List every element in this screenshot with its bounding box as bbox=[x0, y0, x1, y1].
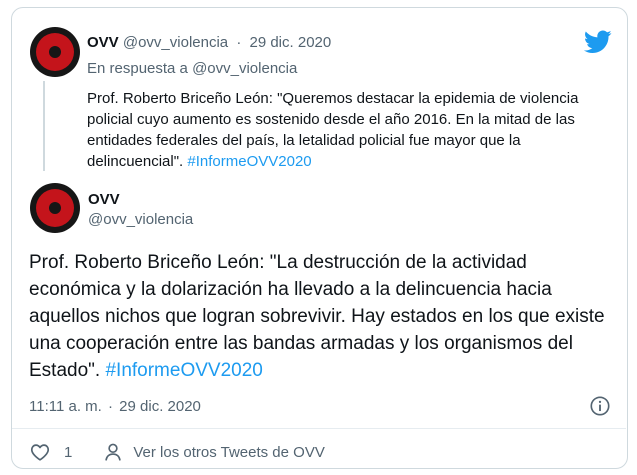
quoted-text-body: Prof. Roberto Briceño León: "Queremos de… bbox=[87, 90, 579, 170]
like-count: 1 bbox=[64, 443, 73, 461]
more-tweets-link[interactable]: Ver los otros Tweets de OVV bbox=[133, 444, 324, 461]
quoted-date[interactable]: 29 dic. 2020 bbox=[249, 34, 331, 51]
info-icon[interactable] bbox=[589, 395, 611, 417]
main-display-name[interactable]: OVV bbox=[88, 191, 120, 208]
quoted-header: OVV @ovv_violencia · 29 dic. 2020 bbox=[87, 34, 331, 51]
avatar-core bbox=[49, 202, 61, 214]
main-handle[interactable]: @ovv_violencia bbox=[88, 211, 193, 228]
meta-separator: · bbox=[108, 398, 113, 415]
actions-divider bbox=[12, 428, 626, 429]
heart-icon[interactable] bbox=[29, 441, 51, 463]
reply-to-label[interactable]: En respuesta a @ovv_violencia bbox=[87, 60, 297, 77]
quoted-tweet-text: Prof. Roberto Briceño León: "Queremos de… bbox=[87, 88, 612, 172]
tweet-timestamp[interactable]: 11:11 a. m. · 29 dic. 2020 bbox=[29, 398, 201, 415]
main-tweet-text: Prof. Roberto Briceño León: "La destrucc… bbox=[29, 249, 619, 384]
twitter-bird-icon[interactable] bbox=[584, 30, 612, 54]
avatar-core bbox=[49, 46, 61, 58]
main-avatar[interactable] bbox=[30, 183, 80, 233]
tweet-date[interactable]: 29 dic. 2020 bbox=[119, 398, 201, 415]
tweet-actions: 1 Ver los otros Tweets de OVV bbox=[29, 440, 325, 464]
quoted-avatar[interactable] bbox=[30, 27, 80, 77]
main-hashtag-link[interactable]: #InformeOVV2020 bbox=[105, 360, 262, 381]
quoted-separator: · bbox=[236, 34, 242, 51]
person-icon[interactable] bbox=[102, 441, 124, 463]
quoted-hashtag-link[interactable]: #InformeOVV2020 bbox=[187, 153, 311, 170]
quoted-display-name[interactable]: OVV bbox=[87, 34, 119, 51]
quoted-handle[interactable]: @ovv_violencia bbox=[123, 34, 228, 51]
tweet-time[interactable]: 11:11 a. m. bbox=[29, 398, 102, 415]
thread-line bbox=[43, 81, 45, 171]
